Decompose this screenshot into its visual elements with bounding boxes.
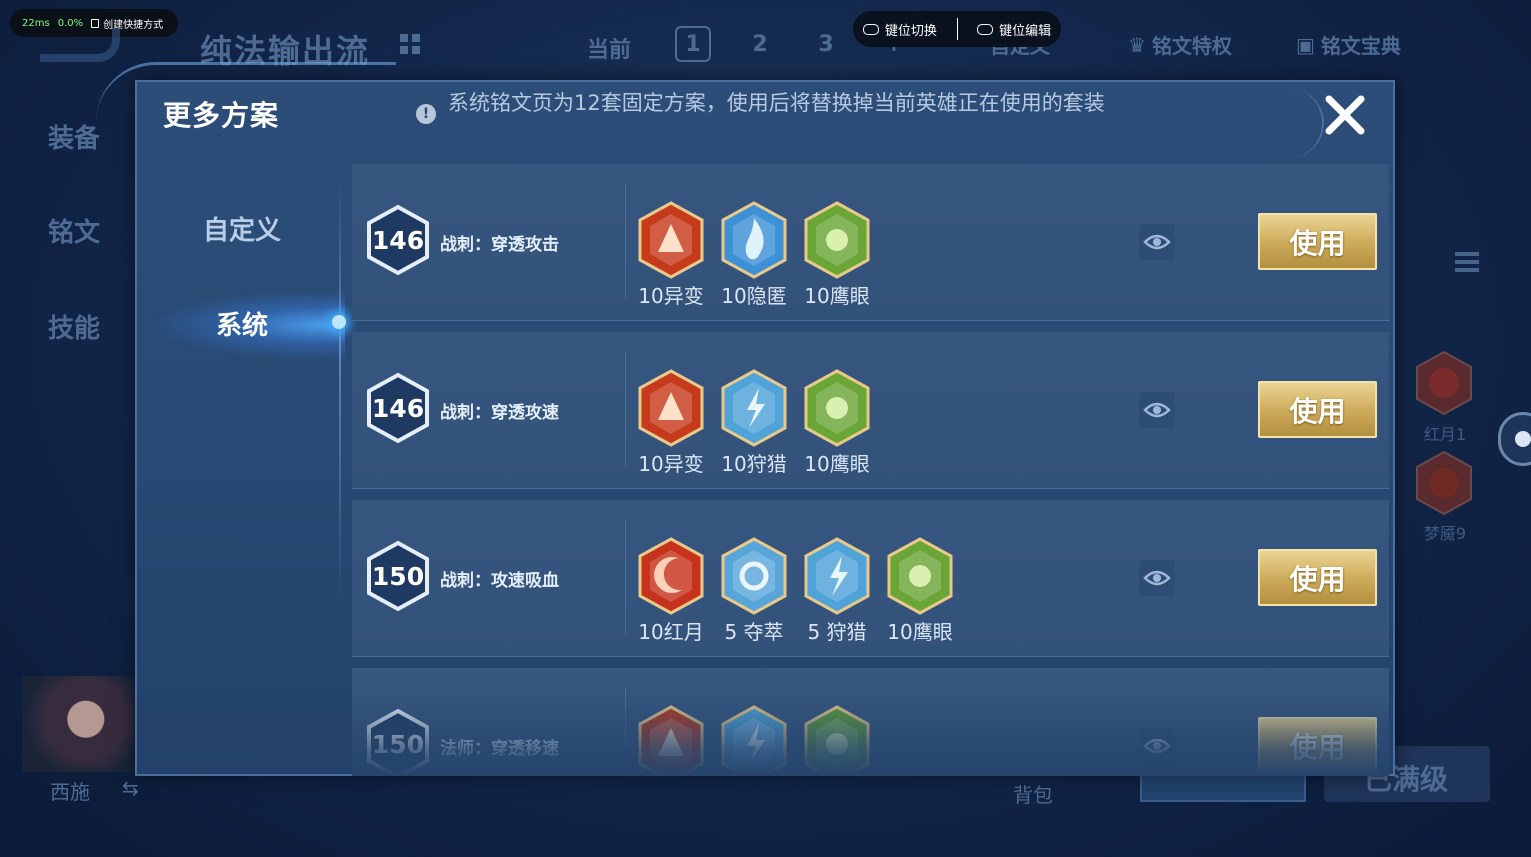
scheme-row: 146 战刺：穿透攻速 10异变 10狩猎 10鹰眼 使用 xyxy=(352,332,1389,489)
scheme-name: 战刺：穿透攻击 xyxy=(440,235,559,255)
tab-active-indicator xyxy=(332,315,346,329)
blue-knot-rune-icon[interactable] xyxy=(719,536,789,616)
shortcut-icon xyxy=(91,18,100,28)
blue-lightning-rune-icon[interactable] xyxy=(802,536,872,616)
scheme-row: 150 战刺：攻速吸血 10红月 5 夺萃 5 狩猎 10鹰眼 使用 xyxy=(352,500,1389,657)
scheme-level: 146 xyxy=(371,393,425,423)
rune-label: 10红月 xyxy=(638,620,704,644)
rune-label: 10鹰眼 xyxy=(804,284,870,308)
scheme-level: 150 xyxy=(371,729,425,759)
rune-label: 10异变 xyxy=(638,452,704,476)
side-rune-nightmare-icon[interactable] xyxy=(1414,450,1474,516)
side-tab-skills[interactable]: 技能 xyxy=(48,308,100,345)
codex-icon: ▣ xyxy=(1296,32,1315,57)
rune-label: 5 狩猎 xyxy=(807,620,867,644)
bag-label[interactable]: 背包 xyxy=(1013,779,1053,808)
preview-eye-icon[interactable] xyxy=(1139,392,1175,428)
key-edit-label: 键位编辑 xyxy=(999,23,1052,39)
back-arrow-icon[interactable] xyxy=(40,28,120,62)
rune-label: 10狩猎 xyxy=(721,452,787,476)
modal-title: 更多方案 xyxy=(163,99,280,132)
tab-custom[interactable]: 自定义 xyxy=(203,210,281,247)
scheme-level: 150 xyxy=(371,561,425,591)
gamepad-icon xyxy=(977,23,994,35)
rune-label: 10隐匿 xyxy=(721,284,787,308)
hero-avatar[interactable] xyxy=(22,676,138,772)
key-switch-label: 键位切换 xyxy=(884,23,937,39)
close-button[interactable] xyxy=(1318,90,1372,140)
grid-icon[interactable] xyxy=(400,34,420,54)
rune-label: 5 夺萃 xyxy=(724,620,784,644)
scheme-row: 150 法师：穿透移速 使用 xyxy=(352,668,1389,776)
key-mapping-bar: 键位切换 键位编辑 xyxy=(853,11,1061,47)
green-clover-rune-icon[interactable] xyxy=(885,536,955,616)
tab-divider xyxy=(339,182,341,602)
use-button[interactable]: 使用 xyxy=(1258,213,1377,270)
scheme-name: 战刺：穿透攻速 xyxy=(440,403,559,423)
scheme-row: 146 战刺：穿透攻击 10异变 10隐匿 10鹰眼 使用 xyxy=(352,164,1389,321)
rune-label: 10异变 xyxy=(638,284,704,308)
key-edit-button[interactable]: 键位编辑 xyxy=(977,20,1051,39)
red-octagon-rune-icon[interactable] xyxy=(636,200,706,280)
red-octagon-rune-icon[interactable] xyxy=(636,368,706,448)
use-button[interactable]: 使用 xyxy=(1258,549,1377,606)
info-icon: ! xyxy=(416,104,436,124)
hero-name: 西施 xyxy=(50,780,90,804)
side-tab-equipment[interactable]: 装备 xyxy=(48,118,100,155)
preview-eye-icon[interactable] xyxy=(1139,728,1175,764)
side-toggle-button[interactable] xyxy=(1498,412,1531,466)
keybar-divider xyxy=(956,18,958,40)
rune-privilege-label: 铭文特权 xyxy=(1151,34,1232,58)
rune-label: 10鹰眼 xyxy=(887,620,953,644)
menu-icon[interactable] xyxy=(1455,252,1479,274)
tab-system[interactable]: 系统 xyxy=(216,305,268,342)
side-rune-label-1: 红月1 xyxy=(1423,425,1467,444)
preview-eye-icon[interactable] xyxy=(1139,560,1175,596)
current-label: 当前 xyxy=(587,38,632,63)
swap-hero-icon[interactable]: ⇆ xyxy=(122,776,139,800)
side-tab-runes[interactable]: 铭文 xyxy=(48,212,100,249)
scheme-name: 战刺：攻速吸血 xyxy=(440,571,559,591)
page-tab-2[interactable]: 2 xyxy=(742,26,778,62)
build-title: 纯法输出流 xyxy=(200,32,371,70)
blue-lightning-rune-icon[interactable] xyxy=(719,368,789,448)
notice-text: 系统铭文页为12套固定方案，使用后将替换掉当前英雄正在使用的套装 xyxy=(448,91,1105,115)
use-button[interactable]: 使用 xyxy=(1258,381,1377,438)
green-leaf-rune-icon[interactable] xyxy=(802,704,872,776)
scheme-name: 法师：穿透移速 xyxy=(440,739,559,759)
rune-codex-button[interactable]: ▣ 铭文宝典 xyxy=(1296,30,1401,59)
rune-label: 10鹰眼 xyxy=(804,452,870,476)
key-switch-button[interactable]: 键位切换 xyxy=(862,20,937,39)
blue-lightning-rune-icon[interactable] xyxy=(719,704,789,776)
row-divider xyxy=(625,688,626,776)
gamepad-icon xyxy=(862,23,879,35)
crown-icon: ♛ xyxy=(1128,32,1146,57)
green-clover-rune-icon[interactable] xyxy=(802,368,872,448)
page-tab-3[interactable]: 3 xyxy=(808,26,844,62)
page-tab-1[interactable]: 1 xyxy=(675,26,711,62)
red-moon-rune-icon[interactable] xyxy=(636,536,706,616)
loss-value: 0.0% xyxy=(57,17,84,29)
side-rune-label-2: 梦魇9 xyxy=(1423,524,1467,543)
scheme-level: 146 xyxy=(371,225,425,255)
ping-value: 22ms xyxy=(22,17,50,29)
rune-privilege-button[interactable]: ♛ 铭文特权 xyxy=(1128,30,1232,59)
blue-flame-rune-icon[interactable] xyxy=(719,200,789,280)
red-spiky-rune-icon[interactable] xyxy=(636,704,706,776)
preview-eye-icon[interactable] xyxy=(1139,224,1175,260)
green-clover-rune-icon[interactable] xyxy=(802,200,872,280)
rune-codex-label: 铭文宝典 xyxy=(1320,34,1401,58)
side-rune-red-moon-icon[interactable] xyxy=(1414,350,1474,416)
scheme-list[interactable]: 146 战刺：穿透攻击 10异变 10隐匿 10鹰眼 使用 146 战刺：穿透攻速 10异变 10… xyxy=(352,164,1389,776)
close-icon xyxy=(1325,95,1365,135)
use-button[interactable]: 使用 xyxy=(1258,717,1377,774)
